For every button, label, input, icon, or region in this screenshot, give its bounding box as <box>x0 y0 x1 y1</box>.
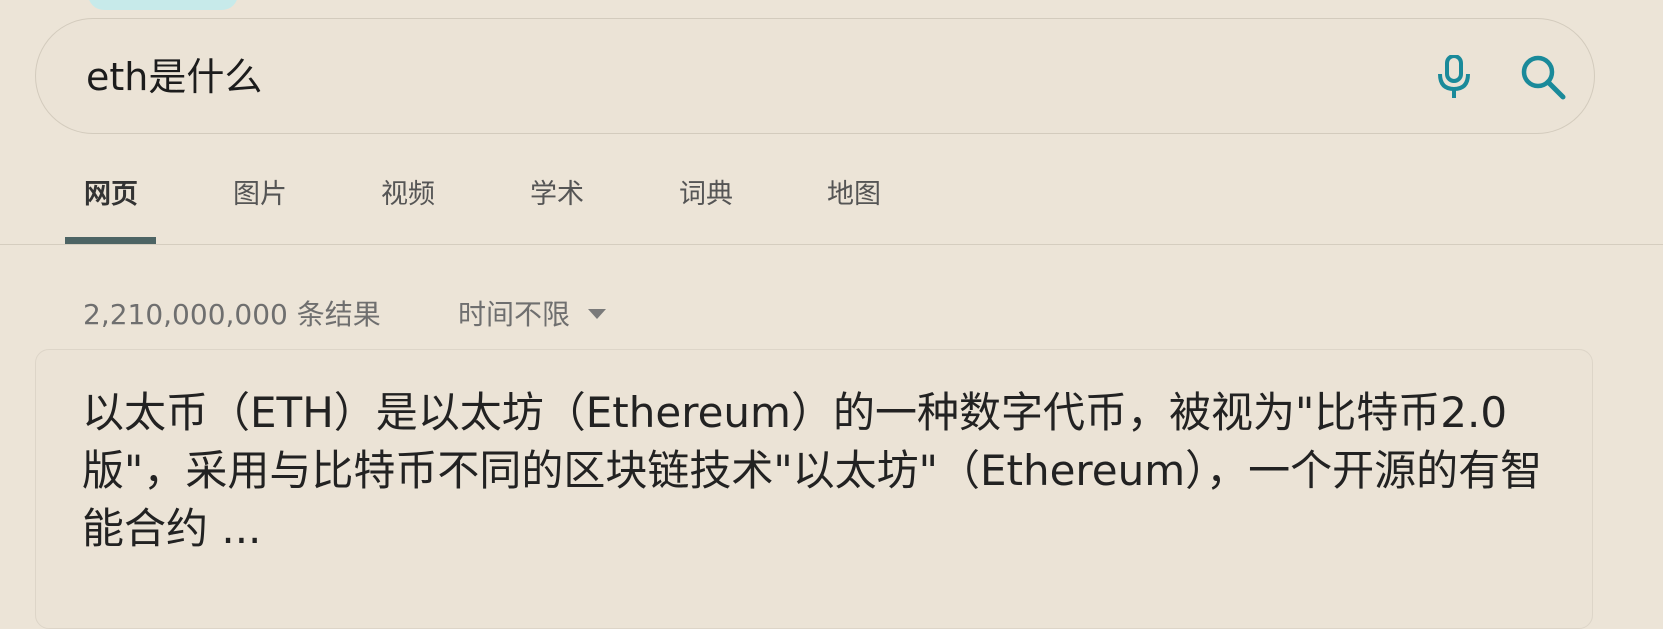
time-filter-label: 时间不限 <box>458 298 571 331</box>
search-box[interactable]: eth是什么 <box>35 18 1595 134</box>
tabs-divider <box>0 244 1663 245</box>
search-icon <box>1521 55 1566 100</box>
top-pill-decoration <box>88 0 238 10</box>
answer-card: 以太币（ETH）是以太坊（Ethereum）的一种数字代币，被视为"比特币2.0… <box>35 349 1593 629</box>
tab-web[interactable]: 网页 <box>84 160 138 244</box>
caret-down-icon <box>588 309 607 319</box>
tab-images[interactable]: 图片 <box>233 160 287 244</box>
time-filter-dropdown[interactable]: 时间不限 <box>458 293 607 333</box>
active-tab-indicator <box>65 237 156 244</box>
search-button[interactable] <box>1518 52 1568 102</box>
microphone-button[interactable] <box>1429 52 1479 102</box>
answer-snippet: 以太币（ETH）是以太坊（Ethereum）的一种数字代币，被视为"比特币2.0… <box>82 388 1543 553</box>
microphone-icon <box>1438 55 1470 98</box>
result-count: 2,210,000,000 条结果 <box>83 298 381 331</box>
tab-videos[interactable]: 视频 <box>381 160 435 244</box>
tab-academic[interactable]: 学术 <box>530 160 584 244</box>
tab-dictionary[interactable]: 词典 <box>679 160 733 244</box>
search-input[interactable]: eth是什么 <box>86 19 262 135</box>
tab-maps[interactable]: 地图 <box>827 160 881 244</box>
